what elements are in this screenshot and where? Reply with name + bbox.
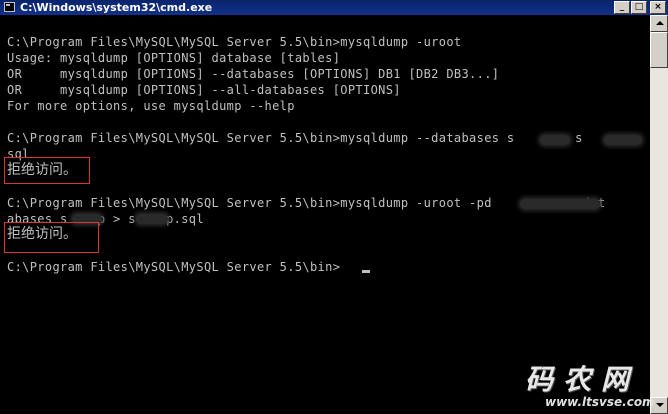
console-output[interactable]: C:\Program Files\MySQL\MySQL Server 5.5\… [0, 15, 650, 414]
console-prompt: C:\Program Files\MySQL\MySQL Server 5.5\… [7, 260, 341, 274]
console-line: C:\Program Files\MySQL\MySQL Server 5.5\… [7, 196, 606, 210]
arrow-up-icon [656, 21, 664, 25]
console-line: Usage: mysqldump [OPTIONS] database [tab… [7, 51, 341, 65]
watermark-url: www.ltsvse.com [545, 395, 655, 409]
console-line: C:\Program Files\MySQL\MySQL Server 5.5\… [7, 131, 629, 145]
vertical-scrollbar[interactable] [650, 15, 668, 414]
scroll-up-button[interactable] [650, 15, 668, 32]
title-bar[interactable]: C:\Windows\system32\cmd.exe _ □ × [0, 0, 668, 15]
scrollbar-thumb[interactable] [650, 32, 668, 68]
console-line: For more options, use mysqldump --help [7, 99, 295, 113]
arrow-down-icon [656, 403, 664, 407]
cmd-icon [4, 2, 15, 12]
watermark: 码农网 www.ltsvse.com [515, 358, 655, 414]
maximize-button[interactable]: □ [631, 1, 647, 14]
console-line: OR mysqldump [OPTIONS] --all-databases [… [7, 83, 401, 97]
minimize-button[interactable]: _ [614, 1, 630, 14]
window-title: C:\Windows\system32\cmd.exe [20, 1, 213, 14]
close-button[interactable]: × [650, 1, 666, 14]
text-cursor [362, 270, 370, 273]
redacted-area [520, 199, 600, 209]
watermark-site-name: 码农网 [525, 363, 640, 396]
redacted-area [604, 135, 642, 145]
highlight-box [4, 157, 90, 184]
highlight-box [4, 222, 99, 253]
redacted-area [136, 214, 168, 224]
console-line: C:\Program Files\MySQL\MySQL Server 5.5\… [7, 35, 462, 49]
console-line: OR mysqldump [OPTIONS] --databases [OPTI… [7, 67, 500, 81]
redacted-area [540, 135, 570, 145]
